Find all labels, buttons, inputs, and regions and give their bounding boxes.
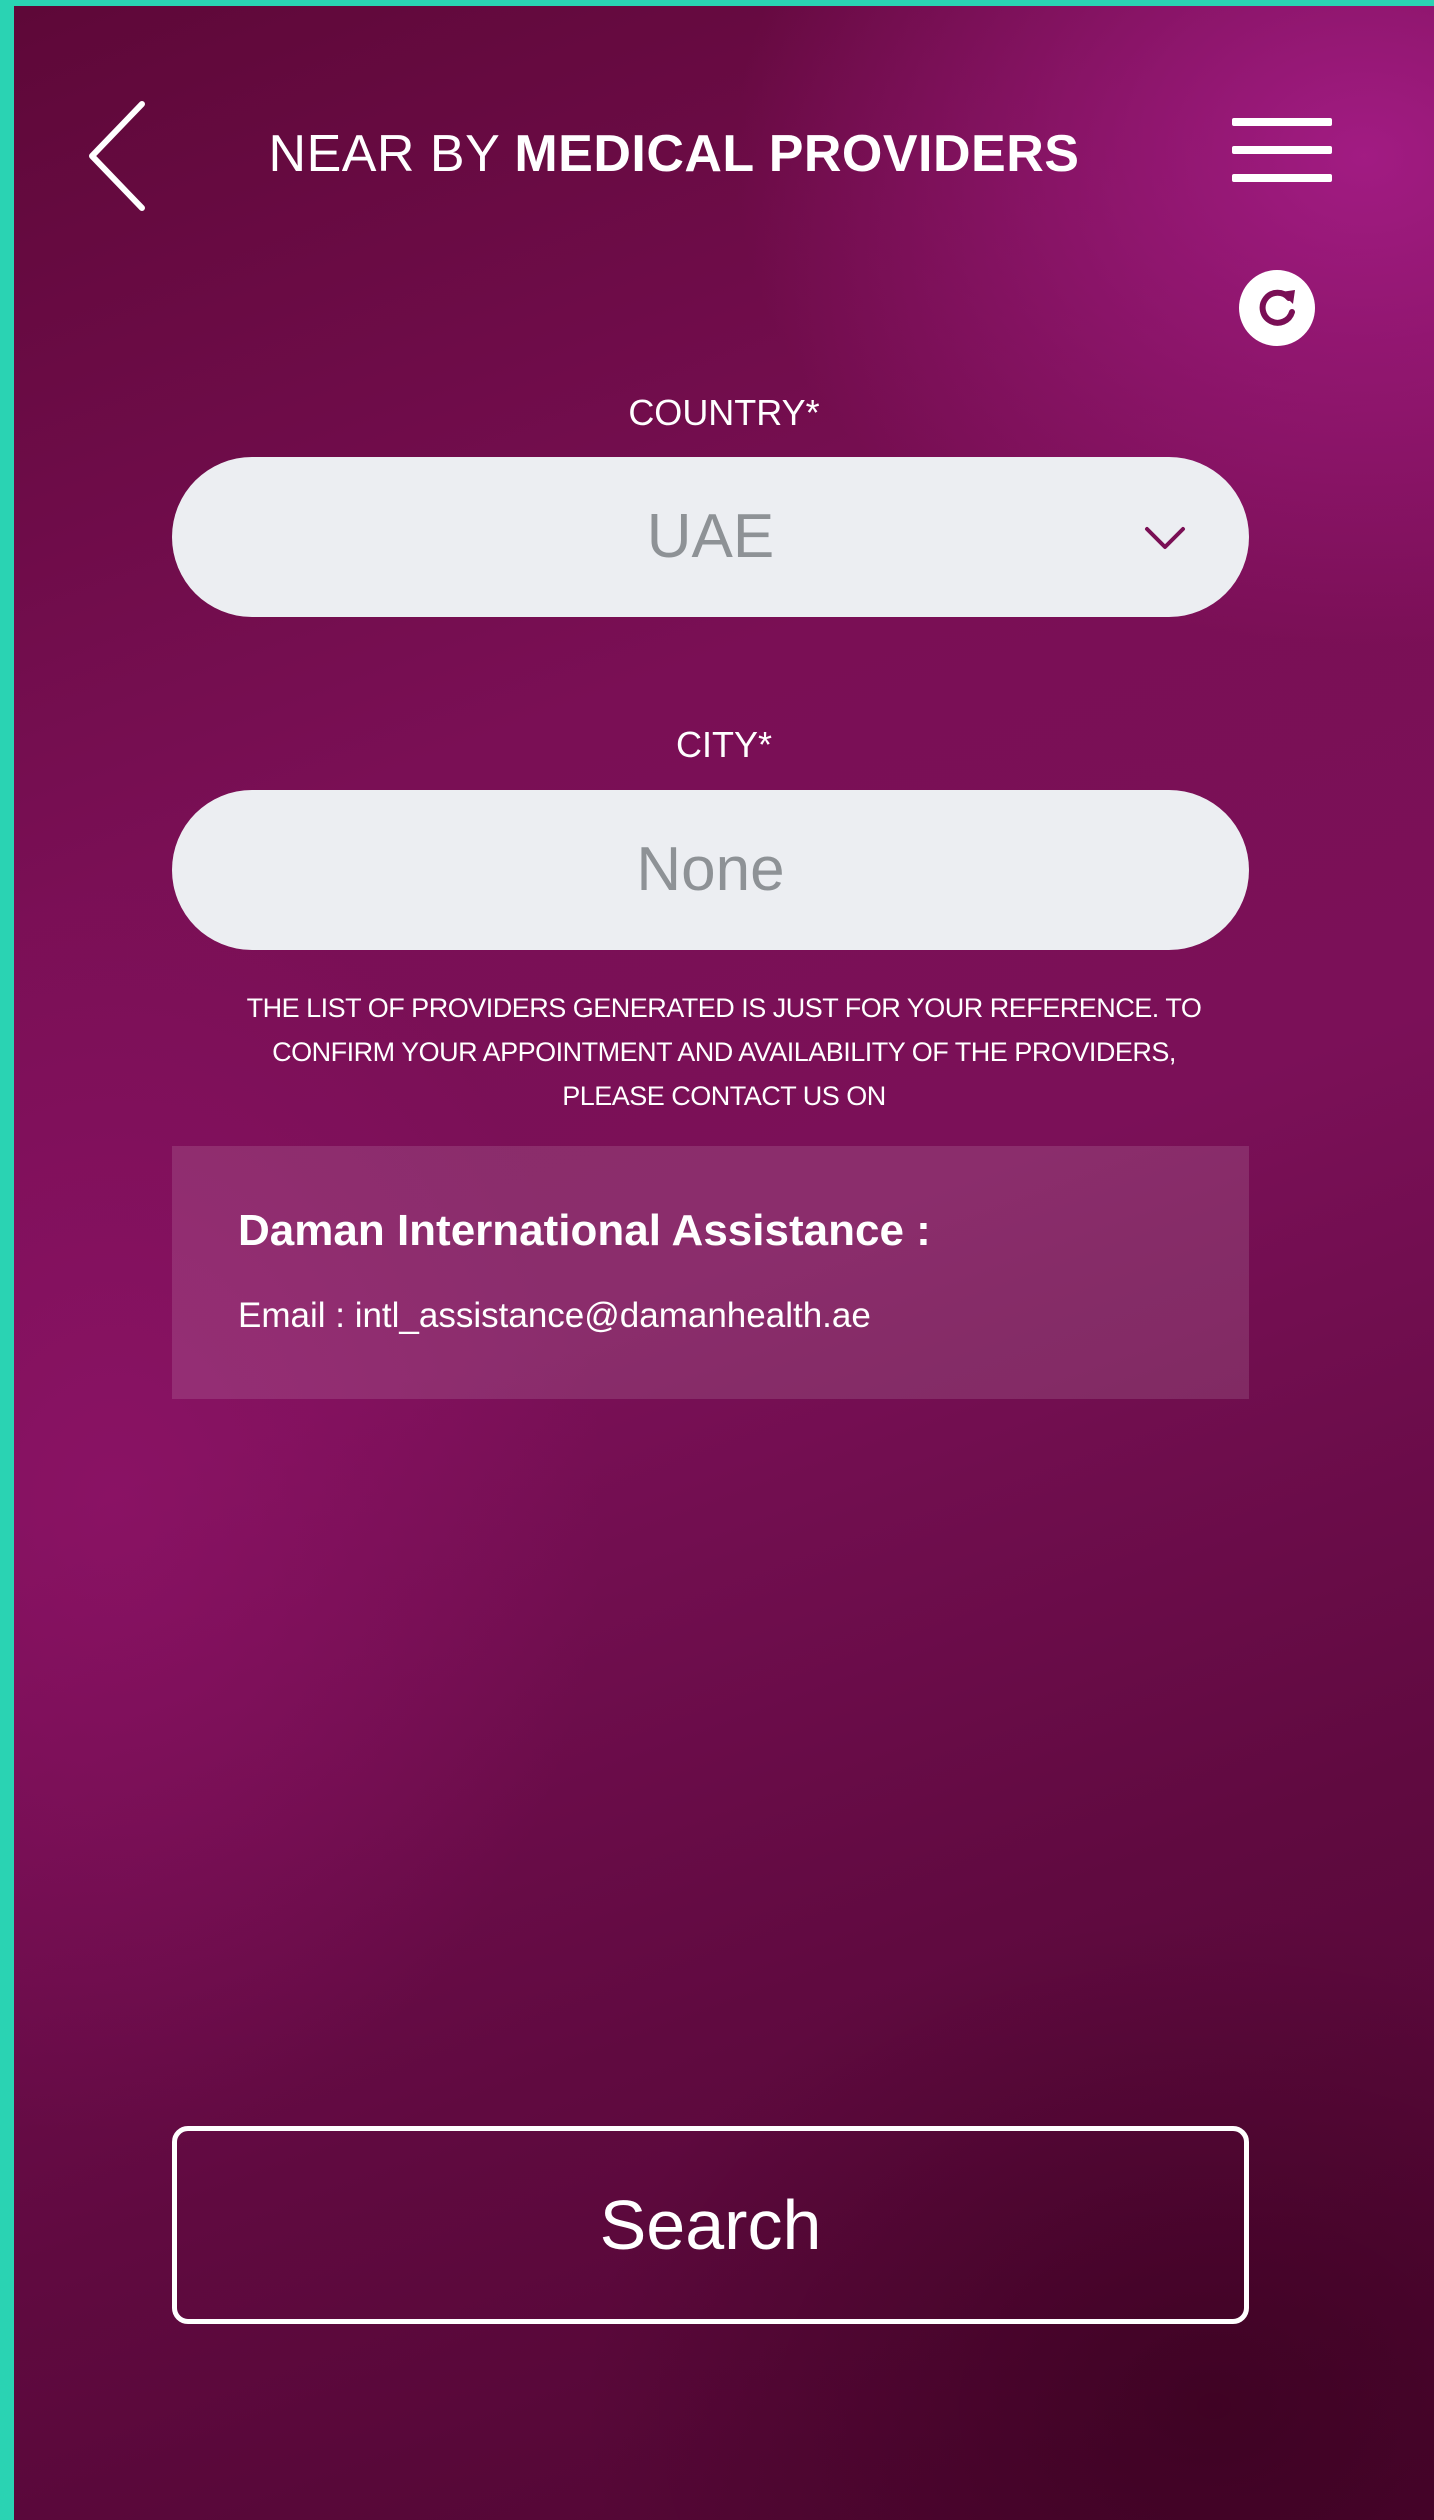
disclaimer-line: CONFIRM YOUR APPOINTMENT AND AVAILABILIT… [272,1037,1176,1067]
hamburger-menu-icon [1232,118,1332,126]
back-button[interactable] [80,96,160,216]
refresh-button[interactable] [1239,270,1315,346]
country-select[interactable]: UAE [172,457,1249,617]
refresh-icon [1259,289,1295,326]
hamburger-menu-icon [1232,146,1332,154]
city-value: None [636,835,785,904]
search-button[interactable]: Search [172,2126,1249,2324]
page-title-light: NEAR BY [268,125,515,183]
disclaimer-text: THE LIST OF PROVIDERS GENERATED IS JUST … [184,986,1264,1118]
city-label: CITY* [675,724,772,765]
country-value: UAE [646,502,775,571]
disclaimer-line: PLEASE CONTACT US ON [562,1081,886,1111]
page-title: NEAR BY MEDICAL PROVIDERS [194,124,1154,184]
contact-email[interactable]: Email : intl_assistance@damanhealth.ae [238,1296,871,1336]
chevron-down-icon [1145,527,1185,549]
page-title-bold: MEDICAL PROVIDERS [514,125,1080,183]
contact-name: Daman International Assistance : [238,1206,931,1255]
app-screen: NEAR BY MEDICAL PROVIDERS COUNTRY* UAE C… [14,6,1434,2520]
hamburger-menu-icon [1232,174,1332,182]
country-label: COUNTRY* [628,392,820,433]
contact-card: Daman International Assistance : Email :… [172,1146,1249,1399]
disclaimer-line: THE LIST OF PROVIDERS GENERATED IS JUST … [246,993,1202,1023]
device-frame: NEAR BY MEDICAL PROVIDERS COUNTRY* UAE C… [0,0,1434,2520]
city-select[interactable]: None [172,790,1249,950]
chevron-left-icon [89,101,145,211]
menu-button[interactable] [1232,118,1342,188]
